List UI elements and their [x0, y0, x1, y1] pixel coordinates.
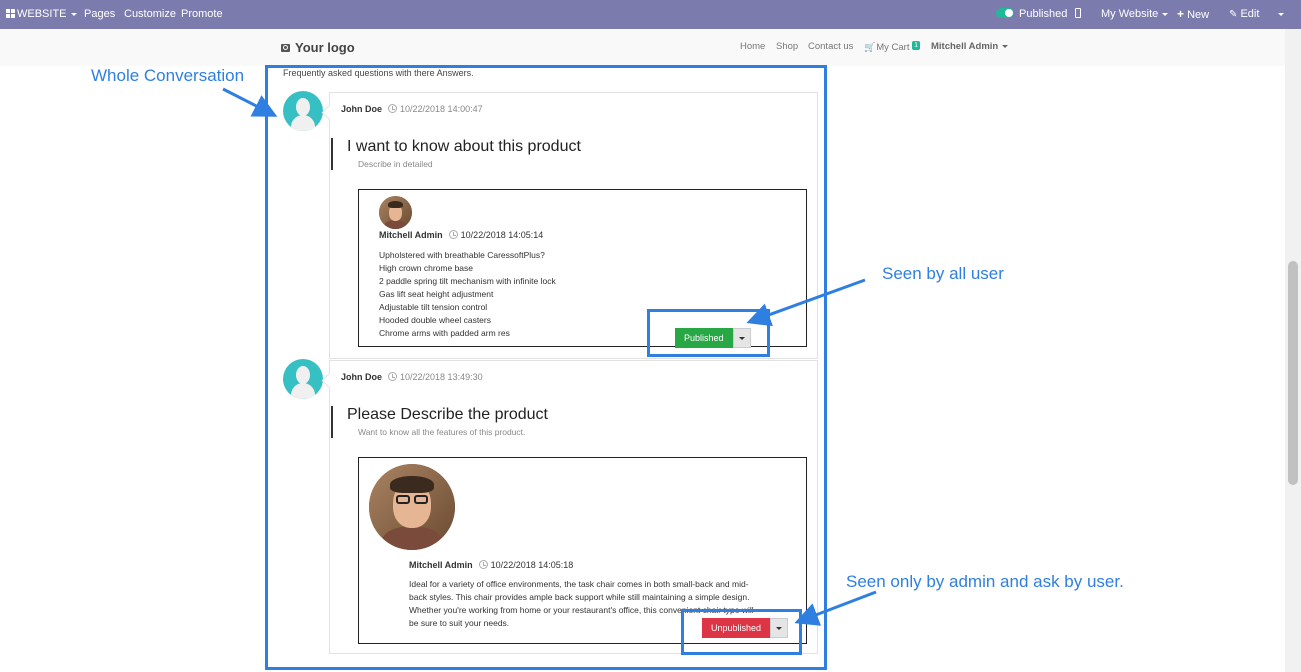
chevron-down-icon — [1278, 12, 1284, 16]
published-highlight — [647, 309, 770, 357]
new-button[interactable]: + New — [1177, 0, 1209, 29]
cart-count-badge: 1 — [912, 41, 921, 50]
pencil-icon: ✎ — [1229, 9, 1238, 20]
annotation-seen-by-all: Seen by all user — [882, 264, 1004, 283]
chevron-down-icon — [1002, 44, 1009, 48]
promote-menu[interactable]: Promote — [181, 0, 223, 29]
site-logo[interactable]: Your logo — [281, 40, 355, 55]
admin-top-bar: WEBSITE Pages Customize Promote Publishe… — [0, 0, 1301, 29]
chevron-down-icon — [70, 12, 77, 16]
apps-grid-icon — [6, 9, 15, 18]
toggle-switch-icon — [996, 8, 1014, 18]
nav-link-shop[interactable]: Shop — [776, 41, 798, 52]
annotation-whole-conversation: Whole Conversation — [91, 66, 245, 85]
mobile-phone-icon — [1075, 8, 1081, 18]
user-name: Mitchell Admin — [931, 41, 999, 52]
edit-button[interactable]: ✎ Edit — [1229, 0, 1259, 29]
publish-toggle[interactable]: Published — [996, 0, 1067, 29]
mobile-preview-button[interactable] — [1075, 0, 1081, 29]
scrollbar-thumb[interactable] — [1288, 261, 1298, 485]
cart-icon: 🛒 — [864, 42, 876, 52]
logo-text: Your logo — [295, 40, 355, 55]
nav-link-contact[interactable]: Contact us — [808, 41, 853, 52]
unpublished-highlight — [681, 609, 802, 655]
chevron-down-icon — [1162, 12, 1169, 16]
more-dropdown[interactable] — [1274, 0, 1284, 29]
nav-link-home[interactable]: Home — [740, 41, 765, 52]
edit-button-label: Edit — [1240, 8, 1260, 20]
nav-link-cart[interactable]: 🛒My Cart 1 — [864, 41, 921, 53]
publish-toggle-label: Published — [1019, 8, 1068, 20]
my-website-menu[interactable]: My Website — [1101, 0, 1169, 29]
website-menu[interactable]: WEBSITE — [6, 0, 77, 29]
cart-label: My Cart — [876, 42, 910, 53]
my-website-label: My Website — [1101, 8, 1159, 20]
plus-icon: + — [1177, 7, 1185, 21]
customize-menu[interactable]: Customize — [124, 0, 176, 29]
whole-conversation-highlight — [265, 65, 827, 670]
camera-icon — [281, 44, 290, 52]
website-header: Your logo Home Shop Contact us 🛒My Cart … — [0, 29, 1285, 66]
user-menu[interactable]: Mitchell Admin — [931, 41, 1009, 52]
annotation-seen-only-admin: Seen only by admin and ask by user. — [846, 572, 1124, 591]
new-button-label: New — [1187, 9, 1210, 21]
website-menu-label: WEBSITE — [17, 8, 67, 20]
page-scrollbar[interactable] — [1285, 29, 1301, 672]
pages-menu[interactable]: Pages — [84, 0, 115, 29]
